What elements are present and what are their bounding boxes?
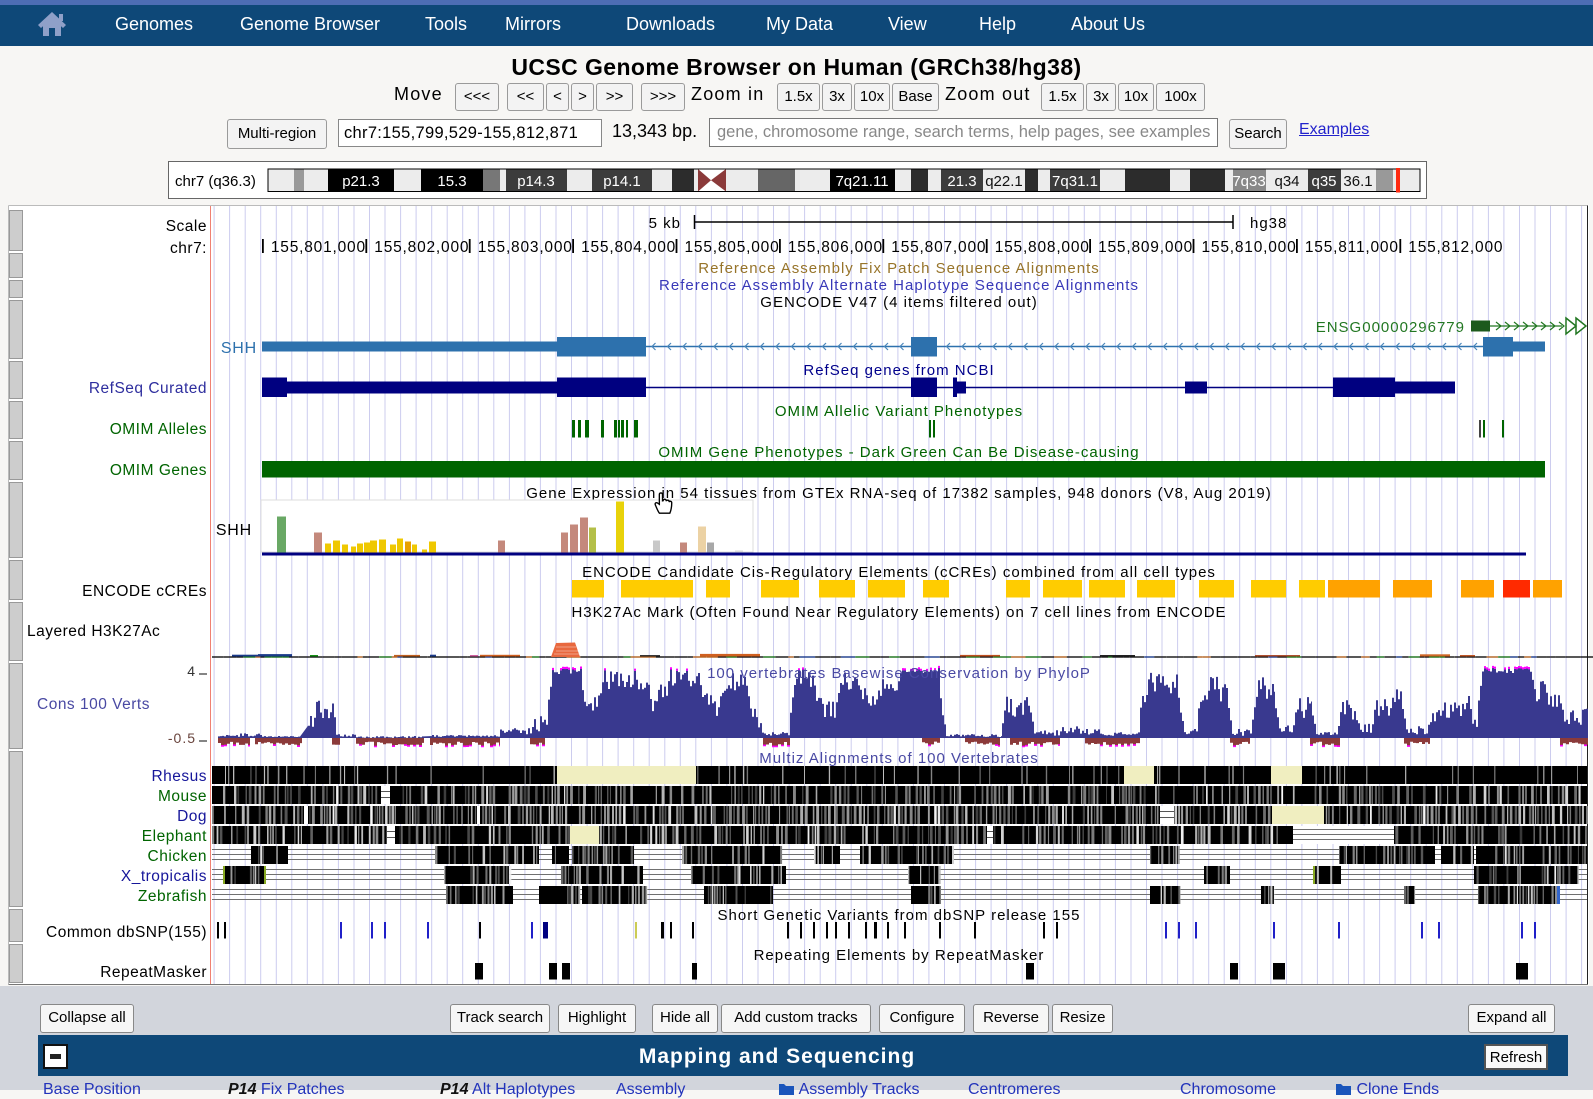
svg-text:100 vertebrates Basewise Conse: 100 vertebrates Basewise Conservation by… <box>707 665 1091 682</box>
svg-text:Rhesus: Rhesus <box>151 768 207 785</box>
svg-text:OMIM Genes: OMIM Genes <box>110 462 207 479</box>
svg-text:ENCODE cCREs: ENCODE cCREs <box>82 583 207 600</box>
svg-text:SHH: SHH <box>221 340 257 357</box>
svg-text:ENSG00000296779: ENSG00000296779 <box>1316 319 1465 336</box>
svg-text:155,803,000: 155,803,000 <box>478 239 573 256</box>
svg-text:155,810,000: 155,810,000 <box>1202 239 1297 256</box>
svg-text:155,802,000: 155,802,000 <box>374 239 469 256</box>
svg-text:155,807,000: 155,807,000 <box>891 239 986 256</box>
svg-text:RepeatMasker: RepeatMasker <box>100 964 207 981</box>
svg-text:Reference Assembly Fix Patch S: Reference Assembly Fix Patch Sequence Al… <box>698 260 1100 277</box>
svg-text:Scale: Scale <box>166 218 207 235</box>
svg-text:ENCODE Candidate Cis-Regulator: ENCODE Candidate Cis-Regulatory Elements… <box>582 564 1216 581</box>
svg-text:5 kb: 5 kb <box>649 215 681 232</box>
svg-text:RefSeq Curated: RefSeq Curated <box>89 380 207 397</box>
svg-text:OMIM Allelic Variant Phenotype: OMIM Allelic Variant Phenotypes <box>775 403 1023 420</box>
svg-text:Common dbSNP(155): Common dbSNP(155) <box>46 924 207 941</box>
svg-text:OMIM Gene Phenotypes - Dark Gr: OMIM Gene Phenotypes - Dark Green Can Be… <box>658 444 1139 461</box>
svg-text:Dog: Dog <box>177 808 207 825</box>
svg-text:X_tropicalis: X_tropicalis <box>121 868 207 885</box>
svg-text:hg38: hg38 <box>1250 215 1287 232</box>
svg-text:GENCODE V47 (4 items filtered: GENCODE V47 (4 items filtered out) <box>760 294 1037 311</box>
svg-text:Cons 100 Verts: Cons 100 Verts <box>37 696 150 713</box>
svg-text:155,806,000: 155,806,000 <box>788 239 883 256</box>
svg-text:155,811,000: 155,811,000 <box>1305 239 1399 256</box>
svg-text:155,808,000: 155,808,000 <box>995 239 1090 256</box>
svg-text:Chicken: Chicken <box>148 848 208 865</box>
svg-text:SHH: SHH <box>216 522 252 539</box>
svg-text:4: 4 <box>187 663 196 679</box>
svg-text:OMIM Alleles: OMIM Alleles <box>110 421 207 438</box>
svg-text:Zebrafish: Zebrafish <box>138 888 207 905</box>
svg-text:H3K27Ac Mark (Often Found Near: H3K27Ac Mark (Often Found Near Regulator… <box>571 604 1226 621</box>
svg-text:Reference Assembly Alternate H: Reference Assembly Alternate Haplotype S… <box>659 277 1139 294</box>
svg-text:chr7:: chr7: <box>170 240 207 257</box>
svg-text:Short Genetic Variants from db: Short Genetic Variants from dbSNP releas… <box>718 907 1081 924</box>
svg-text:Multiz Alignments of 100 Verte: Multiz Alignments of 100 Vertebrates <box>759 750 1038 767</box>
svg-text:Repeating Elements by RepeatMa: Repeating Elements by RepeatMasker <box>754 947 1045 964</box>
svg-text:155,805,000: 155,805,000 <box>685 239 780 256</box>
svg-text:Mouse: Mouse <box>158 788 207 805</box>
svg-text:155,804,000: 155,804,000 <box>581 239 676 256</box>
svg-text:Layered H3K27Ac: Layered H3K27Ac <box>27 623 160 640</box>
svg-text:155,801,000: 155,801,000 <box>271 239 366 256</box>
svg-text:155,812,000: 155,812,000 <box>1408 239 1503 256</box>
svg-text:RefSeq genes from NCBI: RefSeq genes from NCBI <box>803 362 994 379</box>
svg-text:-0.5: -0.5 <box>168 730 196 746</box>
svg-text:Elephant: Elephant <box>142 828 207 845</box>
svg-text:Gene Expression in 54 tissues: Gene Expression in 54 tissues from GTEx … <box>526 485 1272 502</box>
svg-text:155,809,000: 155,809,000 <box>1098 239 1193 256</box>
